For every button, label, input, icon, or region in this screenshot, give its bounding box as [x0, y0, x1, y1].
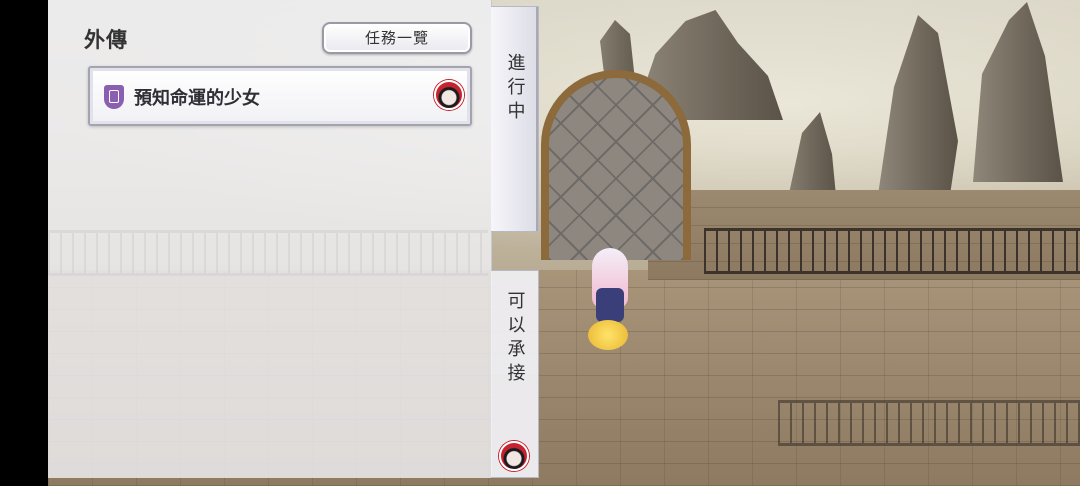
red-mascot-avatar-icon[interactable] [499, 441, 529, 471]
panel-title: 外傳 [84, 28, 128, 52]
quest-shield-icon [104, 85, 124, 109]
quest-name: 預知命運的少女 [134, 88, 260, 109]
iron-fence [704, 228, 1080, 274]
player-character[interactable] [588, 248, 632, 356]
tab-available-label: 可以承接 [504, 291, 526, 387]
pet-companion [588, 320, 628, 350]
tab-in-progress[interactable]: 進行中 [491, 6, 539, 232]
character-body [596, 288, 624, 322]
iron-fence [778, 400, 1080, 446]
quest-list-button[interactable]: 任務一覽 [322, 22, 472, 54]
red-mascot-avatar-icon [434, 80, 464, 110]
tab-in-progress-label: 進行中 [504, 53, 526, 125]
ornate-gate[interactable] [541, 70, 691, 260]
quest-card[interactable]: 預知命運的少女 [88, 66, 472, 126]
